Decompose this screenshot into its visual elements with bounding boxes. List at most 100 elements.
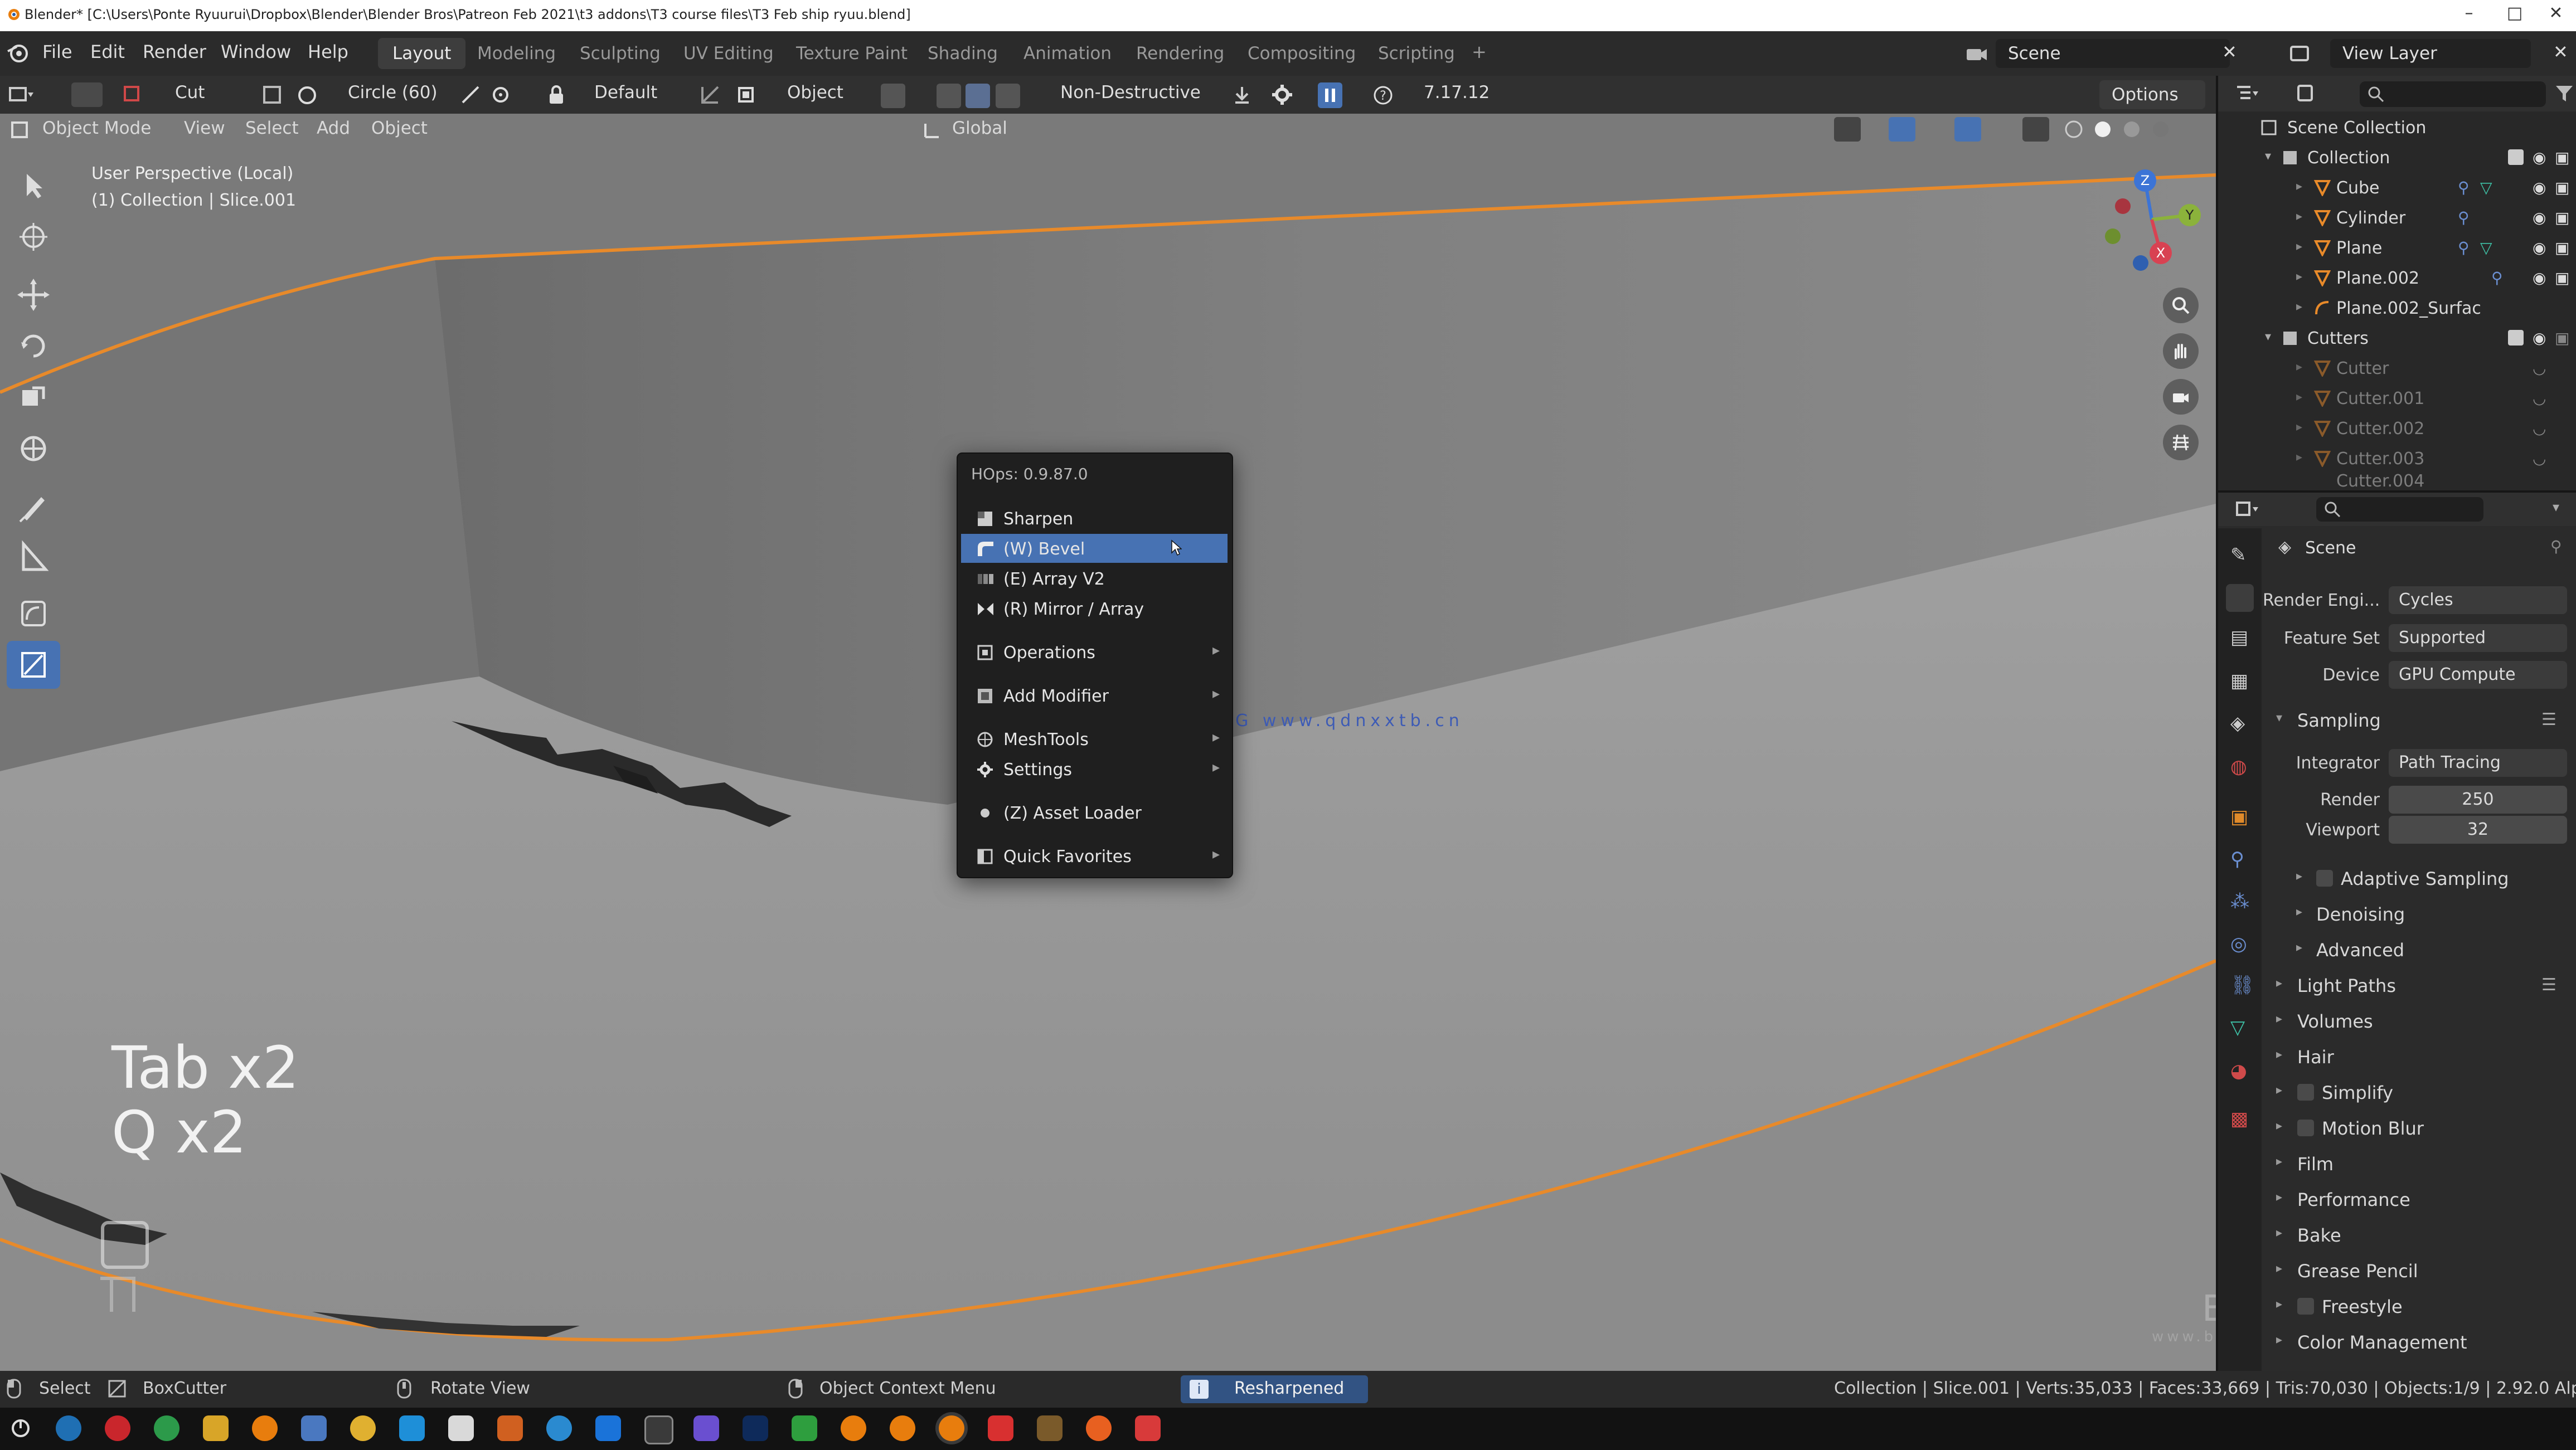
menu-item-sharpen[interactable]: Sharpen xyxy=(961,504,1228,533)
app-icon-21[interactable] xyxy=(988,1415,1013,1441)
expand-icon[interactable]: ▸ xyxy=(2296,450,2302,464)
draw-line-icon[interactable] xyxy=(460,85,481,105)
outliner-row-scene-collection[interactable]: Scene Collection xyxy=(2218,113,2576,143)
eye-icon[interactable]: ◉ xyxy=(2533,239,2546,257)
outliner-row-cube[interactable]: ▸ Cube ⚲ ▽ ◉ ▣ xyxy=(2218,173,2576,203)
material-tab-icon[interactable]: ◕ xyxy=(2230,1060,2247,1082)
tab-sculpting[interactable]: Sculpting xyxy=(565,38,675,69)
modifier-wrench-icon[interactable]: ⚲ xyxy=(2491,269,2503,287)
skype-icon[interactable] xyxy=(399,1415,425,1441)
scene-field[interactable]: Scene xyxy=(1996,39,2230,68)
behavior-dropdown[interactable]: Non-Destructive xyxy=(1060,82,1201,103)
expand-icon[interactable]: ▸ xyxy=(2296,210,2302,223)
integrator-dropdown[interactable]: Path Tracing xyxy=(2389,749,2567,777)
outliner-row-plane-002[interactable]: ▸ Plane.002 ⚲ ◉ ▣ xyxy=(2218,263,2576,293)
grid-snap-icon[interactable] xyxy=(966,84,990,108)
device-dropdown[interactable]: GPU Compute xyxy=(2389,661,2567,689)
edge-browser-icon[interactable] xyxy=(56,1415,81,1441)
expand-icon[interactable]: ▸ xyxy=(2296,300,2302,314)
tab-rendering[interactable]: Rendering xyxy=(1122,38,1239,69)
eye-hidden-icon[interactable]: ◡ xyxy=(2533,449,2546,468)
outliner-row-plane-002-surface[interactable]: ▸ Plane.002_Surfac xyxy=(2218,293,2576,323)
render-tab-icon[interactable] xyxy=(2226,584,2254,612)
app-icon-22[interactable] xyxy=(1037,1415,1063,1441)
panel-light-paths[interactable]: ▸ Light Paths ☰ xyxy=(2263,969,2576,1003)
settings-gear-icon[interactable] xyxy=(1271,84,1293,106)
blender-instance-icon-2[interactable] xyxy=(890,1415,915,1441)
physics-tab-icon[interactable]: ◎ xyxy=(2230,933,2247,955)
expand-icon[interactable]: ▸ xyxy=(2296,240,2302,254)
expand-icon[interactable]: ▸ xyxy=(2296,420,2302,434)
increment-icon[interactable] xyxy=(996,84,1020,108)
freestyle-checkbox[interactable] xyxy=(2297,1298,2314,1315)
cut-behavior-label[interactable]: Default xyxy=(594,82,657,103)
app-icon-17[interactable] xyxy=(792,1415,817,1441)
eye-hidden-icon[interactable]: ◡ xyxy=(2533,419,2546,437)
menu-item-meshtools[interactable]: MeshTools ▸ xyxy=(961,724,1228,753)
collapse-icon[interactable]: ▾ xyxy=(2265,330,2271,344)
shape-circle-icon[interactable] xyxy=(297,85,318,106)
menu-item-quick-favorites[interactable]: Quick Favorites ▸ xyxy=(961,841,1228,870)
close-window-button[interactable]: ✕ xyxy=(2531,3,2576,23)
menu-item-settings[interactable]: Settings ▸ xyxy=(961,755,1228,784)
panel-performance[interactable]: ▸ Performance xyxy=(2263,1183,2576,1217)
app-icon-12[interactable] xyxy=(546,1415,572,1441)
shading-rendered-icon[interactable] xyxy=(2150,118,2172,140)
app-icon-7[interactable] xyxy=(301,1415,327,1441)
align-face-icon[interactable] xyxy=(700,85,720,105)
cut-mode-label[interactable]: Cut xyxy=(175,82,205,103)
camera-icon[interactable]: ▣ xyxy=(2555,329,2569,347)
gizmo-toggle-icon[interactable] xyxy=(1889,117,1915,142)
overlay-toggle-icon[interactable] xyxy=(1954,117,1981,142)
eye-icon[interactable]: ◉ xyxy=(2533,148,2546,167)
ortho-grid-icon[interactable] xyxy=(2163,425,2199,460)
shape-box-icon[interactable] xyxy=(262,85,282,105)
expand-icon[interactable]: ▸ xyxy=(2296,179,2302,193)
menu-item-mirror-array[interactable]: (R) Mirror / Array xyxy=(961,594,1228,623)
modifier-wrench-icon[interactable]: ⚲ xyxy=(2458,239,2470,257)
filter-icon[interactable] xyxy=(2555,84,2574,104)
object-target-icon[interactable] xyxy=(736,85,756,105)
menu-add[interactable]: Add xyxy=(317,118,350,138)
file-explorer-icon[interactable] xyxy=(203,1415,229,1441)
download-icon[interactable] xyxy=(1232,85,1252,105)
properties-dropdown-icon[interactable]: ▾ xyxy=(2553,499,2559,515)
help-icon[interactable]: ? xyxy=(1372,85,1394,106)
app-icon-24[interactable] xyxy=(1135,1415,1161,1441)
boxcutter-tool-icon[interactable] xyxy=(71,82,103,107)
shading-material-icon[interactable] xyxy=(2121,118,2143,140)
navigation-gizmo[interactable]: Z Y X xyxy=(2096,164,2208,275)
menu-item-array-v2[interactable]: (E) Array V2 xyxy=(961,564,1228,593)
simplify-checkbox[interactable] xyxy=(2297,1084,2314,1101)
outliner-row-cutter-002[interactable]: ▸ Cutter.002 ◡ xyxy=(2218,413,2576,444)
pan-hand-icon[interactable] xyxy=(2163,333,2199,369)
menu-object[interactable]: Object xyxy=(371,118,428,138)
outliner-row-cutter-001[interactable]: ▸ Cutter.001 ◡ xyxy=(2218,383,2576,413)
menu-item-operations[interactable]: Operations ▸ xyxy=(961,638,1228,666)
panel-volumes[interactable]: ▸ Volumes xyxy=(2263,1004,2576,1039)
outliner-search-input[interactable] xyxy=(2360,81,2546,107)
eye-icon[interactable]: ◉ xyxy=(2533,329,2546,347)
visibility-toggle-icon[interactable] xyxy=(1834,117,1861,142)
camera-icon[interactable]: ▣ xyxy=(2555,178,2569,197)
orientation-dropdown[interactable]: Global xyxy=(952,118,1007,138)
pause-icon[interactable] xyxy=(1318,82,1342,108)
blender-active-icon[interactable] xyxy=(939,1415,964,1441)
menu-file[interactable]: File xyxy=(42,41,72,62)
texture-tab-icon[interactable]: ▩ xyxy=(2230,1108,2248,1130)
menu-render[interactable]: Render xyxy=(143,41,206,62)
panel-denoising[interactable]: ▸ Denoising xyxy=(2263,897,2576,932)
target-object-label[interactable]: Object xyxy=(787,82,843,103)
select-box-tool[interactable] xyxy=(7,162,60,210)
tab-scripting[interactable]: Scripting xyxy=(1364,38,1469,69)
modifier-tab-icon[interactable]: ⚲ xyxy=(2230,848,2244,870)
outliner-editor-icon[interactable] xyxy=(2235,84,2259,104)
render-engine-dropdown[interactable]: Cycles xyxy=(2389,586,2567,614)
options-dropdown[interactable]: Options xyxy=(2099,80,2205,109)
object-mode-icon[interactable] xyxy=(10,120,29,139)
menu-window[interactable]: Window xyxy=(221,41,291,62)
panel-simplify[interactable]: ▸ Simplify xyxy=(2263,1076,2576,1110)
editor-type-icon[interactable] xyxy=(9,84,35,106)
panel-color-management[interactable]: ▸ Color Management xyxy=(2263,1325,2576,1360)
add-workspace-button[interactable]: + xyxy=(1472,41,1487,62)
